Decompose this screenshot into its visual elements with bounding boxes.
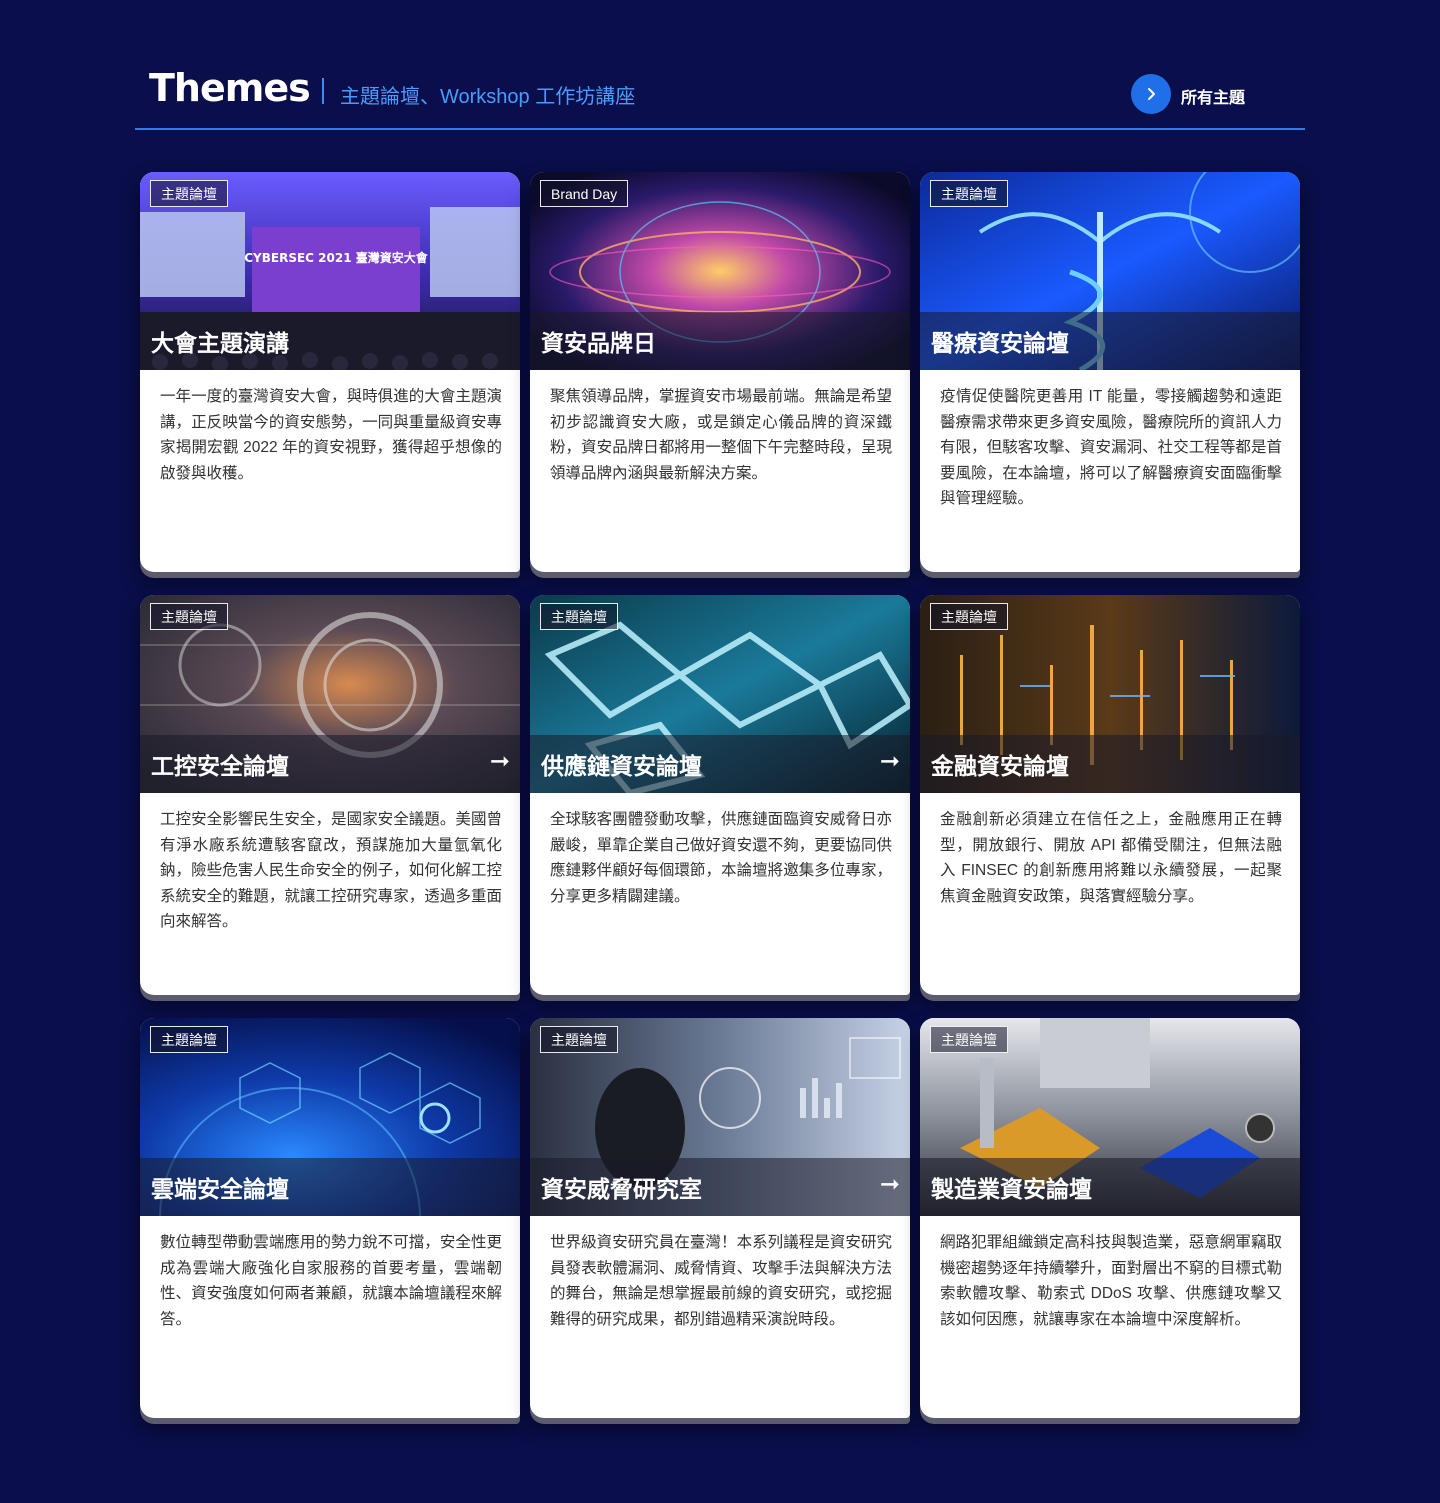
card-tag: 主題論壇	[930, 1026, 1008, 1053]
card-description: 世界級資安研究員在臺灣！本系列議程是資安研究員發表軟體漏洞、威脅情資、攻擊手法與…	[550, 1234, 892, 1328]
card-title: 醫療資安論壇	[931, 330, 1069, 356]
card-image: 主題論壇 供應鏈資安論壇 ➞	[530, 595, 910, 793]
card-description: 工控安全影響民生安全，是國家安全議題。美國曾有淨水廠系統遭駭客竄改，預謀施加大量…	[160, 811, 502, 930]
arrow-right-icon: ➞	[879, 1171, 900, 1198]
card-tag: Brand Day	[540, 180, 629, 207]
card-description: 全球駭客團體發動攻擊，供應鏈面臨資安威脅日亦嚴峻，單靠企業自己做好資安還不夠，更…	[550, 811, 892, 905]
card-title: 資安品牌日	[541, 330, 656, 356]
card-description: 一年一度的臺灣資安大會，與時俱進的大會主題演講，正反映當今的資安態勢，一同與重量…	[160, 388, 502, 482]
card-title: 金融資安論壇	[931, 753, 1069, 779]
card-title-band: 金融資安論壇	[920, 735, 1300, 793]
card-title-band: 資安威脅研究室 ➞	[530, 1158, 910, 1216]
all-themes-link[interactable]: 所有主題	[1181, 84, 1245, 108]
card-image: 主題論壇 雲端安全論壇	[140, 1018, 520, 1216]
arrow-right-icon: ➞	[489, 748, 510, 775]
card-image: CYBERSEC 2021 臺灣資安大會 主題論壇 大會主題演講	[140, 172, 520, 370]
card-tag: 主題論壇	[150, 1026, 228, 1053]
card-tag: 主題論壇	[540, 603, 618, 630]
arrow-right-icon: ➞	[879, 748, 900, 775]
card-title-band: 醫療資安論壇	[920, 312, 1300, 370]
section-title: Themes	[149, 66, 311, 110]
card-title-band: 供應鏈資安論壇 ➞	[530, 735, 910, 793]
theme-card-medical[interactable]: 主題論壇 醫療資安論壇 疫情促使醫院更善用 IT 能量，零接觸趨勢和遠距醫療需求…	[920, 172, 1300, 572]
card-tag: 主題論壇	[930, 603, 1008, 630]
card-title-band: 製造業資安論壇	[920, 1158, 1300, 1216]
card-image: 主題論壇 醫療資安論壇	[920, 172, 1300, 370]
chevron-right-icon	[1148, 88, 1155, 100]
theme-card-ics[interactable]: 主題論壇 工控安全論壇 ➞ 工控安全影響民生安全，是國家安全議題。美國曾有淨水廠…	[140, 595, 520, 995]
card-description: 數位轉型帶動雲端應用的勢力銳不可擋，安全性更成為雲端大廠強化自家服務的首要考量，…	[160, 1234, 502, 1328]
card-tag: 主題論壇	[150, 180, 228, 207]
theme-card-finance[interactable]: 主題論壇 金融資安論壇 金融創新必須建立在信任之上，金融應用正在轉型，開放銀行、…	[920, 595, 1300, 995]
card-tag: 主題論壇	[150, 603, 228, 630]
card-title: 供應鏈資安論壇	[541, 753, 702, 779]
all-themes-button[interactable]	[1131, 74, 1171, 114]
card-title-band: 大會主題演講	[140, 312, 520, 370]
theme-card-manufacturing[interactable]: 主題論壇 製造業資安論壇 網路犯罪組織鎖定高科技與製造業，惡意網軍竊取機密趨勢逐…	[920, 1018, 1300, 1418]
theme-card-keynote[interactable]: CYBERSEC 2021 臺灣資安大會 主題論壇 大會主題演講 一年一度的臺灣…	[140, 172, 520, 572]
title-divider	[322, 78, 324, 104]
card-image: 主題論壇 工控安全論壇 ➞	[140, 595, 520, 793]
card-description: 網路犯罪組織鎖定高科技與製造業，惡意網軍竊取機密趨勢逐年持續攀升，面對層出不窮的…	[940, 1234, 1282, 1328]
card-title: 雲端安全論壇	[151, 1176, 289, 1202]
section-header: Themes 主題論壇、Workshop 工作坊講座 所有主題	[135, 60, 1305, 130]
card-tag: 主題論壇	[930, 180, 1008, 207]
card-image: 主題論壇 製造業資安論壇	[920, 1018, 1300, 1216]
card-tag: 主題論壇	[540, 1026, 618, 1053]
card-description: 疫情促使醫院更善用 IT 能量，零接觸趨勢和遠距醫療需求帶來更多資安風險，醫療院…	[940, 388, 1282, 507]
card-image: 主題論壇 金融資安論壇	[920, 595, 1300, 793]
theme-card-supply-chain[interactable]: 主題論壇 供應鏈資安論壇 ➞ 全球駭客團體發動攻擊，供應鏈面臨資安威脅日亦嚴峻，…	[530, 595, 910, 995]
section-subtitle: 主題論壇、Workshop 工作坊講座	[340, 86, 636, 108]
card-title: 工控安全論壇	[151, 753, 289, 779]
card-description: 聚焦領導品牌，掌握資安市場最前端。無論是希望初步認識資安大廠，或是鎖定心儀品牌的…	[550, 388, 892, 482]
card-title: 資安威脅研究室	[541, 1176, 702, 1202]
theme-card-threat-lab[interactable]: 主題論壇 資安威脅研究室 ➞ 世界級資安研究員在臺灣！本系列議程是資安研究員發表…	[530, 1018, 910, 1418]
card-image: 主題論壇 資安威脅研究室 ➞	[530, 1018, 910, 1216]
card-image: Brand Day 資安品牌日	[530, 172, 910, 370]
card-description: 金融創新必須建立在信任之上，金融應用正在轉型，開放銀行、開放 API 都備受關注…	[940, 811, 1282, 905]
card-title: 製造業資安論壇	[931, 1176, 1092, 1202]
banner-text: CYBERSEC 2021 臺灣資安大會	[244, 250, 428, 265]
theme-card-cloud[interactable]: 主題論壇 雲端安全論壇 數位轉型帶動雲端應用的勢力銳不可擋，安全性更成為雲端大廠…	[140, 1018, 520, 1418]
card-title-band: 雲端安全論壇	[140, 1158, 520, 1216]
card-title: 大會主題演講	[151, 330, 289, 356]
card-title-band: 資安品牌日	[530, 312, 910, 370]
theme-card-brand-day[interactable]: Brand Day 資安品牌日 聚焦領導品牌，掌握資安市場最前端。無論是希望初步…	[530, 172, 910, 572]
card-title-band: 工控安全論壇 ➞	[140, 735, 520, 793]
